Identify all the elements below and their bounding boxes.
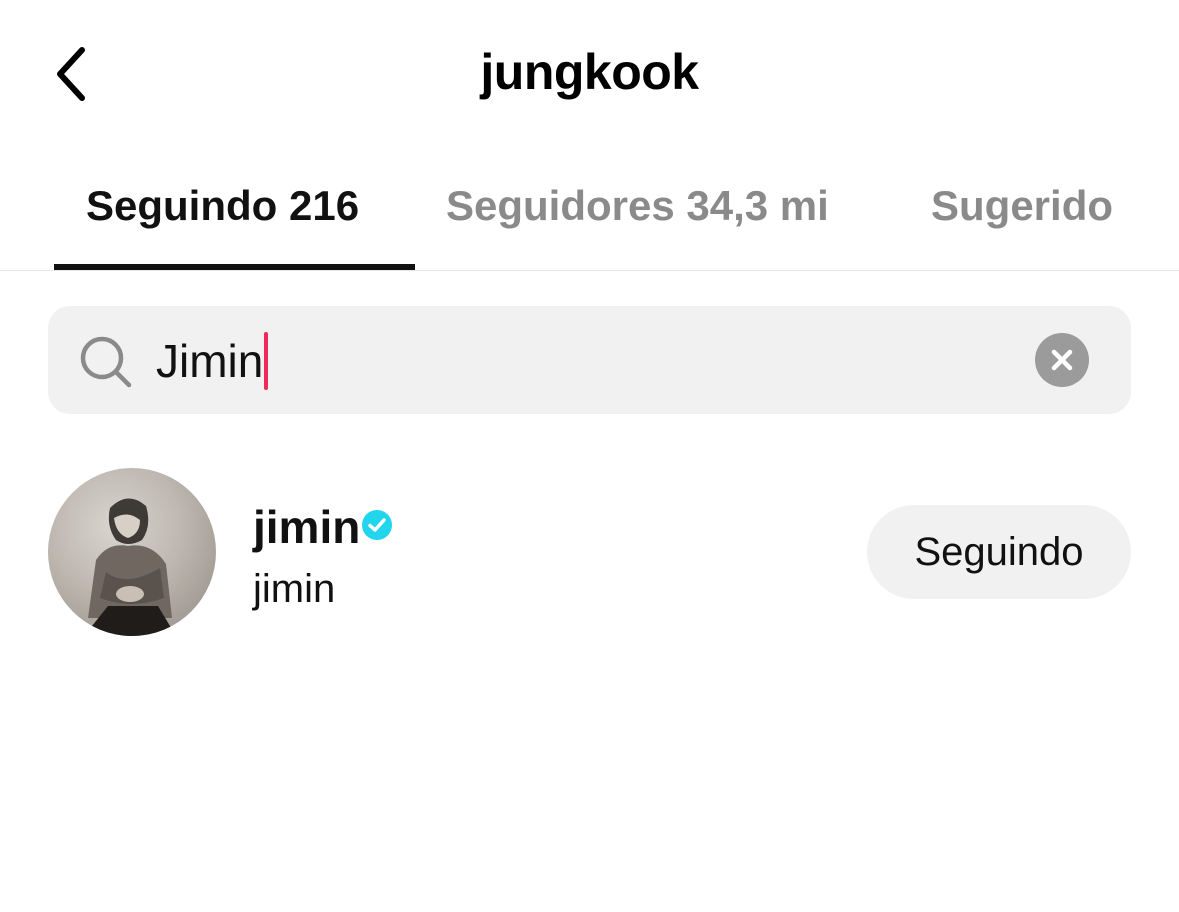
following-screen: jungkook Seguindo 216 Seguidores 34,3 mi… [0, 0, 1179, 912]
tab-following[interactable]: Seguindo 216 [86, 168, 359, 270]
verified-badge-icon [362, 510, 392, 540]
text-caret [264, 332, 269, 390]
display-name: jimin [253, 567, 336, 611]
search-text[interactable]: Jimin [156, 332, 269, 390]
avatar[interactable] [48, 468, 216, 636]
active-tab-indicator [54, 264, 415, 270]
search-icon [80, 336, 132, 388]
clear-icon [1051, 349, 1073, 371]
search-input[interactable]: Jimin [48, 306, 1131, 414]
user-list-item[interactable]: jimin jimin Seguindo [48, 468, 1131, 636]
tab-suggested[interactable]: Sugerido [931, 168, 1113, 270]
username[interactable]: jimin [253, 500, 360, 554]
tab-bar: Seguindo 216 Seguidores 34,3 mi Sugerido [0, 168, 1179, 271]
search-value: Jimin [156, 335, 264, 387]
tab-followers[interactable]: Seguidores 34,3 mi [446, 168, 829, 270]
clear-search-button[interactable] [1035, 333, 1089, 387]
avatar-photo [84, 498, 176, 636]
following-button[interactable]: Seguindo [867, 505, 1131, 599]
page-title: jungkook [480, 44, 699, 100]
